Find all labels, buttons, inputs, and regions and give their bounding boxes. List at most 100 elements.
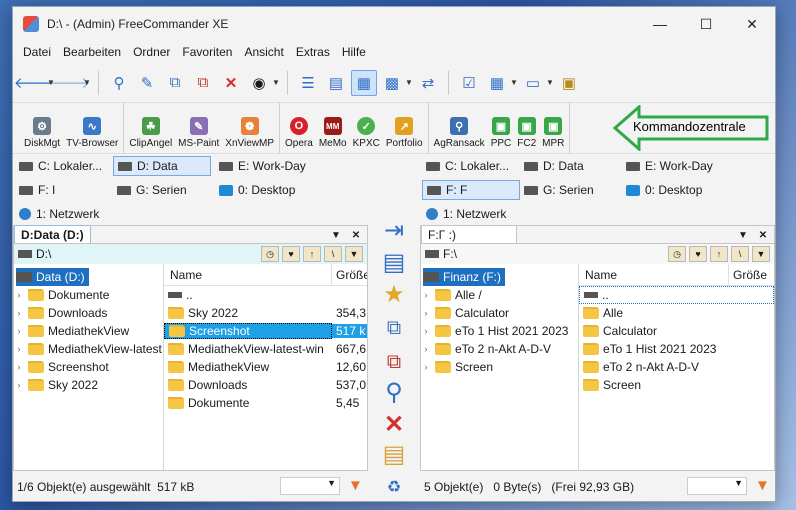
tree-item[interactable]: › Screen [421, 358, 578, 376]
history-icon[interactable]: ◷ [261, 246, 279, 262]
table-row[interactable]: eTo 1 Hist 2021 2023 [579, 340, 774, 358]
cmd-clipangel[interactable]: ☘ ClipAngel [126, 115, 175, 153]
filter-icon[interactable]: ▼ [755, 478, 770, 494]
tree-item[interactable]: › MediathekView-latest [14, 340, 163, 358]
refresh-folder-icon[interactable]: ▤ [379, 439, 409, 469]
table-row[interactable]: MediathekView-latest-win 667,6 [164, 340, 367, 358]
delete-icon[interactable]: ✕ [379, 409, 409, 439]
screen-dropdown-icon[interactable]: ▼ [546, 78, 554, 87]
cmd-agransack[interactable]: ⚲ AgRansack [431, 115, 488, 153]
delete-icon[interactable]: ✕ [218, 70, 244, 96]
favorites-star-icon[interactable]: ★ [379, 279, 409, 309]
history-icon[interactable]: ◷ [668, 246, 686, 262]
left-drive-d[interactable]: D: Data [113, 156, 211, 176]
left-drive-f[interactable]: F: I [15, 180, 59, 200]
move-files-icon[interactable]: ⧉ [379, 347, 409, 377]
tree-item[interactable]: › Alle / [421, 286, 578, 304]
parent-row[interactable]: .. [579, 286, 774, 304]
menu-hilfe[interactable]: Hilfe [336, 45, 372, 59]
right-drive-desktop[interactable]: 0: Desktop [622, 180, 706, 200]
table-row[interactable]: Downloads 537,0 [164, 376, 367, 394]
preview-icon[interactable]: ▩ [379, 70, 405, 96]
archive-icon[interactable]: ▣ [556, 70, 582, 96]
binoculars-dropdown-icon[interactable]: ▼ [272, 78, 280, 87]
view-options-icon[interactable]: ▼ [752, 246, 770, 262]
chevron-right-icon[interactable]: › [421, 344, 431, 354]
cmd-tv-browser[interactable]: ∿ TV-Browser [63, 115, 121, 153]
chevron-right-icon[interactable]: › [421, 362, 431, 372]
menu-favoriten[interactable]: Favoriten [176, 45, 238, 59]
parent-row[interactable]: .. [164, 286, 367, 304]
tree-item[interactable]: › Dokumente [14, 286, 163, 304]
left-path-bar[interactable]: D:\ ◷ ♥ ↑ \ ▼ [14, 244, 367, 264]
chevron-right-icon[interactable]: › [14, 326, 24, 336]
tab-menu-icon[interactable]: ▼ [734, 227, 752, 243]
tree-item[interactable]: › eTo 1 Hist 2021 2023 [421, 322, 578, 340]
parent-folder-icon[interactable]: ↑ [710, 246, 728, 262]
list-view-icon[interactable]: ▤ [323, 70, 349, 96]
chevron-right-icon[interactable]: › [14, 344, 24, 354]
chevron-right-icon[interactable]: › [421, 308, 431, 318]
menu-datei[interactable]: Datei [17, 45, 57, 59]
left-drive-desktop[interactable]: 0: Desktop [215, 180, 299, 200]
right-drive-c[interactable]: C: Lokaler... [422, 156, 513, 176]
filter-icon[interactable]: ▼ [348, 478, 363, 494]
menu-bearbeiten[interactable]: Bearbeiten [57, 45, 127, 59]
cmd-ppc[interactable]: ▣ PPC [488, 115, 515, 153]
tree-view-icon[interactable]: ☰ [295, 70, 321, 96]
recycle-bin-icon[interactable]: ♻ [382, 475, 406, 499]
left-drive-c[interactable]: C: Lokaler... [15, 156, 106, 176]
right-path-bar[interactable]: F:\ ◷ ♥ ↑ \ ▼ [421, 244, 774, 264]
tree-item[interactable]: › eTo 2 n-Akt A-D-V [421, 340, 578, 358]
maximize-button[interactable]: ☐ [683, 7, 729, 41]
cmd-diskmgt[interactable]: ⚙ DiskMgt [21, 115, 63, 153]
binoculars-icon[interactable]: ◉ [246, 70, 272, 96]
screen-icon[interactable]: ▭ [520, 70, 546, 96]
tree-item[interactable]: › Calculator [421, 304, 578, 322]
preview-dropdown-icon[interactable]: ▼ [405, 78, 413, 87]
column-name[interactable]: Name [164, 264, 332, 285]
layout-dropdown-icon[interactable]: ▼ [510, 78, 518, 87]
close-button[interactable]: ✕ [729, 7, 775, 41]
tree-item[interactable]: › Screenshot [14, 358, 163, 376]
menu-extras[interactable]: Extras [290, 45, 336, 59]
column-size[interactable]: Größe [332, 264, 367, 285]
left-drive-e[interactable]: E: Work-Day [215, 156, 310, 176]
table-row-selected[interactable]: Screenshot 517 k [164, 322, 367, 340]
cmd-mpr[interactable]: ▣ MPR [539, 115, 567, 153]
chevron-right-icon[interactable]: › [421, 326, 431, 336]
compare-icon[interactable]: ⇥ [379, 215, 409, 245]
right-panel-tab[interactable]: F:Γ :) [421, 225, 517, 243]
cmd-fc2[interactable]: ▣ FC2 [514, 115, 539, 153]
chevron-right-icon[interactable]: › [14, 290, 24, 300]
copy-icon[interactable]: ⧉ [162, 70, 188, 96]
table-row[interactable]: Calculator [579, 322, 774, 340]
view-options-icon[interactable]: ▼ [345, 246, 363, 262]
table-row[interactable]: eTo 2 n-Akt A-D-V [579, 358, 774, 376]
new-folder-icon[interactable]: ▤ [379, 247, 409, 277]
table-row[interactable]: Screen [579, 376, 774, 394]
table-row[interactable]: MediathekView 12,60 [164, 358, 367, 376]
root-folder-icon[interactable]: \ [731, 246, 749, 262]
tree-item[interactable]: › MediathekView [14, 322, 163, 340]
table-row[interactable]: Dokumente 5,45 [164, 394, 367, 412]
sync-icon[interactable]: ⇄ [415, 70, 441, 96]
right-drive-d[interactable]: D: Data [520, 156, 588, 176]
right-drive-f[interactable]: F: F [422, 180, 520, 200]
tree-item[interactable]: › Sky 2022 [14, 376, 163, 394]
cmd-xnviewmp[interactable]: ❁ XnViewMP [222, 115, 277, 153]
right-drive-network[interactable]: 1: Netzwerk [422, 204, 510, 224]
tree-root[interactable]: Finanz (F:) [423, 268, 506, 286]
cmd-opera[interactable]: O Opera [282, 115, 316, 153]
menu-ordner[interactable]: Ordner [127, 45, 176, 59]
copy-files-icon[interactable]: ⧉ [379, 313, 409, 343]
tab-close-icon[interactable]: ✕ [754, 227, 772, 243]
forward-dropdown-icon[interactable]: ▼ [83, 78, 91, 87]
minimize-button[interactable]: — [637, 7, 683, 41]
chevron-right-icon[interactable]: › [421, 290, 431, 300]
chevron-right-icon[interactable]: › [14, 380, 24, 390]
menu-ansicht[interactable]: Ansicht [238, 45, 289, 59]
details-view-icon[interactable]: ▦ [351, 69, 377, 96]
cmd-ms-paint[interactable]: ✎ MS-Paint [175, 115, 222, 153]
column-name[interactable]: Name [579, 264, 729, 285]
